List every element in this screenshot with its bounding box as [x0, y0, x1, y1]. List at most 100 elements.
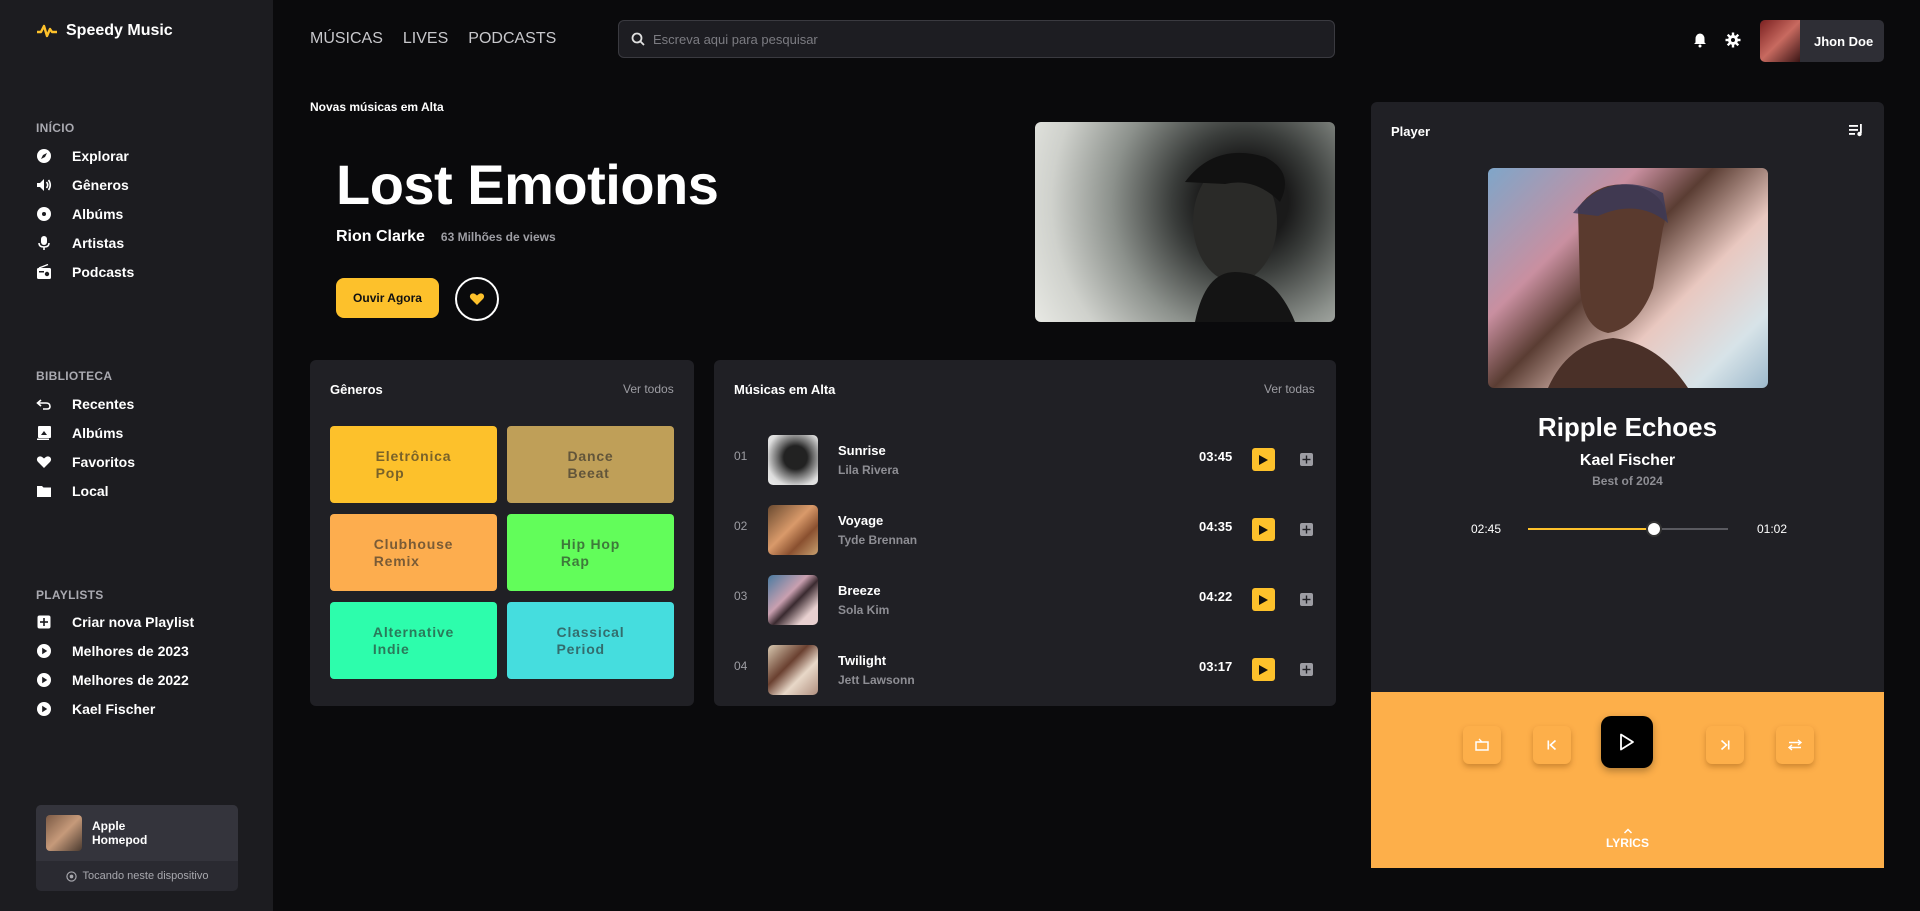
sidebar-item-explorar[interactable]: Explorar — [36, 141, 134, 170]
progress-handle[interactable] — [1646, 521, 1662, 537]
track-artist: Jett Lawsonn — [838, 673, 915, 687]
section-title-biblioteca: BIBLIOTECA — [36, 369, 113, 383]
lyrics-toggle[interactable]: LYRICS — [1371, 828, 1884, 850]
table-row[interactable]: 04 Twilight Jett Lawsonn 03:17 — [714, 635, 1336, 695]
play-button[interactable] — [1252, 588, 1275, 611]
hero-image — [1035, 122, 1335, 322]
sidebar-item-podcasts[interactable]: Podcasts — [36, 257, 134, 286]
sidebar-item-label: Criar nova Playlist — [72, 613, 195, 630]
sidebar-item-playlist-2022[interactable]: Melhores de 2022 — [36, 665, 194, 694]
table-row[interactable]: 01 Sunrise Lila Rivera 03:45 — [714, 425, 1336, 485]
sidebar-item-playlist-2023[interactable]: Melhores de 2023 — [36, 636, 194, 665]
sidebar-item-generos[interactable]: Gêneros — [36, 170, 134, 199]
next-button[interactable] — [1706, 726, 1744, 764]
top-tracks-see-all-link[interactable]: Ver todas — [1264, 382, 1315, 396]
track-artist: Sola Kim — [838, 603, 890, 617]
genre-label: Dance Beeat — [567, 447, 614, 481]
track-cover — [768, 575, 818, 625]
player-panel: Player Ripple Echoes Kael Fischer Best o… — [1371, 102, 1884, 692]
play-icon — [1259, 524, 1268, 535]
sidebar-item-albums-library[interactable]: Albúms — [36, 418, 135, 447]
avatar — [1760, 20, 1800, 62]
sidebar-item-favoritos[interactable]: Favoritos — [36, 447, 135, 476]
shuffle-button[interactable] — [1776, 726, 1814, 764]
tab-lives[interactable]: LIVES — [403, 30, 448, 48]
genre-tile[interactable]: Clubhouse Remix — [330, 514, 497, 591]
queue-icon[interactable] — [1848, 122, 1864, 138]
genre-tile[interactable]: Eletrônica Pop — [330, 426, 497, 503]
play-button[interactable] — [1252, 518, 1275, 541]
top-tracks-title: Músicas em Alta — [734, 382, 836, 397]
folder-icon — [36, 483, 52, 499]
table-row[interactable]: 03 Breeze Sola Kim 04:22 — [714, 565, 1336, 625]
album-cover — [1488, 168, 1768, 388]
song-title: Ripple Echoes — [1537, 412, 1718, 442]
genre-label: Clubhouse Remix — [373, 535, 454, 569]
heart-icon — [36, 454, 52, 470]
portrait-illustration — [1185, 152, 1295, 322]
app-logo[interactable]: Speedy Music — [36, 22, 173, 40]
sidebar-item-local[interactable]: Local — [36, 476, 135, 505]
genre-tile[interactable]: Classical Period — [507, 602, 674, 679]
genre-tile[interactable]: Hip Hop Rap — [507, 514, 674, 591]
repeat-button[interactable] — [1463, 726, 1501, 764]
play-button[interactable] — [1252, 658, 1275, 681]
play-icon — [1259, 594, 1268, 605]
chevron-up-icon — [1623, 828, 1632, 834]
progress-slider[interactable] — [1528, 521, 1728, 537]
sidebar-item-playlist-kael[interactable]: Kael Fischer — [36, 694, 194, 723]
plus-icon — [1302, 455, 1311, 464]
cast-icon — [65, 870, 77, 882]
user-menu[interactable]: Jhon Doe — [1760, 20, 1884, 62]
add-button[interactable] — [1300, 593, 1313, 606]
sidebar-item-albums[interactable]: Albúms — [36, 199, 134, 228]
add-button[interactable] — [1300, 453, 1313, 466]
listen-now-button[interactable]: Ouvir Agora — [336, 278, 439, 318]
elapsed-time: 02:45 — [1471, 522, 1502, 536]
player-title: Player — [1391, 124, 1431, 139]
sidebar-item-label: Podcasts — [72, 263, 135, 280]
sidebar-item-label: Explorar — [72, 147, 129, 164]
song-artist[interactable]: Kael Fischer — [1371, 452, 1884, 470]
previous-button[interactable] — [1533, 726, 1571, 764]
play-icon — [1620, 733, 1634, 751]
plus-square-icon — [36, 614, 52, 630]
hero-title: Lost Emotions — [336, 153, 719, 216]
device-status: Tocando neste dispositivo — [36, 861, 238, 891]
hero-artist[interactable]: Rion Clarke — [336, 228, 425, 246]
sidebar-item-label: Albúms — [72, 424, 124, 441]
plus-icon — [1302, 595, 1311, 604]
genres-card: Gêneros Ver todos Eletrônica Pop Dance B… — [310, 360, 694, 706]
table-row[interactable]: 02 Voyage Tyde Brennan 04:35 — [714, 495, 1336, 555]
search-icon — [631, 32, 645, 46]
sidebar-item-create-playlist[interactable]: Criar nova Playlist — [36, 607, 194, 636]
genre-tile[interactable]: Alternative Indie — [330, 602, 497, 679]
sidebar-item-recentes[interactable]: Recentes — [36, 389, 135, 418]
genre-tile[interactable]: Dance Beeat — [507, 426, 674, 503]
add-button[interactable] — [1300, 523, 1313, 536]
add-button[interactable] — [1300, 663, 1313, 676]
sidebar-item-artistas[interactable]: Artistas — [36, 228, 134, 257]
tab-podcasts[interactable]: PODCASTS — [468, 30, 556, 48]
user-name: Jhon Doe — [1814, 33, 1874, 49]
play-button[interactable] — [1252, 448, 1275, 471]
bell-icon[interactable] — [1692, 32, 1708, 48]
sidebar-item-label: Melhores de 2022 — [72, 671, 189, 688]
progress-fill — [1528, 528, 1654, 530]
tab-musicas[interactable]: MÚSICAS — [310, 30, 383, 48]
search-input[interactable] — [653, 31, 1313, 47]
track-duration: 03:45 — [1199, 449, 1233, 464]
device-avatar — [46, 815, 82, 851]
track-number: 02 — [734, 519, 748, 533]
play-pause-button[interactable] — [1601, 716, 1653, 768]
genre-label: Eletrônica Pop — [375, 447, 452, 481]
sidebar-item-label: Kael Fischer — [72, 700, 156, 717]
genres-see-all-link[interactable]: Ver todos — [623, 382, 674, 396]
device-card[interactable]: Apple Homepod Tocando neste dispositivo — [36, 805, 238, 891]
track-number: 03 — [734, 589, 748, 603]
gear-icon[interactable] — [1725, 32, 1741, 48]
skip-next-icon — [1720, 739, 1730, 751]
sidebar-item-label: Favoritos — [72, 453, 136, 470]
favorite-button[interactable] — [455, 277, 499, 321]
nav-biblioteca: Recentes Albúms Favoritos Local — [36, 389, 135, 505]
